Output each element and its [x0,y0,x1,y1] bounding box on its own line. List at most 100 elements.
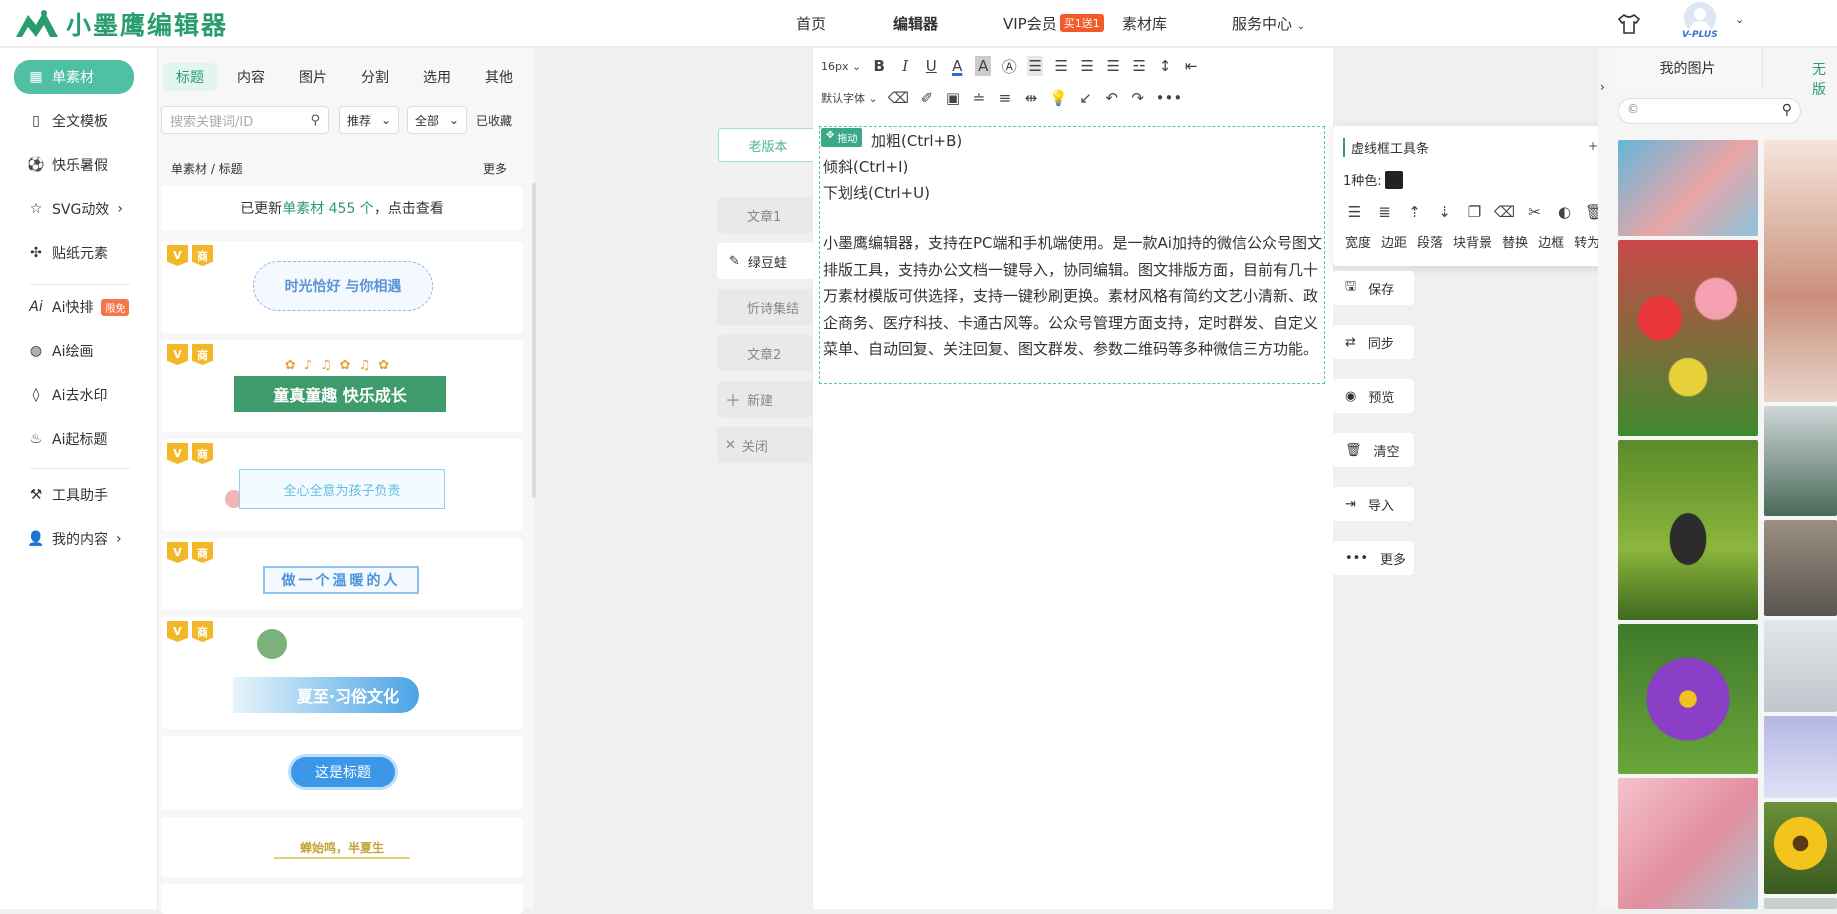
clear-button[interactable]: 🗑 清空 [1333,433,1414,467]
tab-picked[interactable]: 选用 [410,63,464,91]
lightbulb-icon[interactable]: 💡 [1049,88,1068,108]
tab-other[interactable]: 其他 [472,63,526,91]
underline-icon[interactable]: U [923,56,939,76]
exit-icon[interactable]: ⇤ [1183,56,1199,76]
doc-item[interactable]: 忻诗集结 [717,289,813,325]
sidebar-item-single-material[interactable]: ▦ 单素材 [14,60,134,94]
more-icon[interactable]: ••• [1156,88,1183,108]
more-link[interactable]: 更多 [483,160,507,177]
eraser-icon[interactable]: ⌫ [888,88,909,108]
doc-item[interactable]: 文章1 [717,197,813,233]
material-card[interactable]: V商 做一个温暖的人 [161,538,523,610]
chevron-down-icon[interactable]: ⌄ [1735,13,1744,26]
italic-icon[interactable]: I [897,56,913,76]
image-thumbnail[interactable] [1764,898,1837,909]
image-thumbnail[interactable] [1764,620,1837,712]
width-label[interactable]: 宽度 [1345,232,1371,251]
image-thumbnail[interactable] [1618,240,1758,436]
editor-line-underline[interactable]: 下划线(Ctrl+U) [823,182,930,203]
sidebar-item-ai-watermark[interactable]: ◊ Ai去水印 [14,380,134,410]
collected-link[interactable]: 已收藏 [476,112,512,129]
preview-button[interactable]: ◉ 预览 [1333,379,1414,413]
nav-home[interactable]: 首页 [796,13,826,34]
material-card[interactable]: V商 时光恰好 与你相遇 [161,241,523,333]
image-thumbnail[interactable] [1618,440,1758,620]
block-background-label[interactable]: 块背景 [1453,232,1492,251]
tab-free-images[interactable]: 无版 [1812,59,1837,99]
color-picker[interactable]: 1种色: [1343,170,1403,189]
save-button[interactable]: 🖫 保存 [1333,271,1414,305]
scrollbar[interactable] [532,183,536,498]
arrow-icon[interactable]: ↙ [1078,88,1094,108]
nav-editor[interactable]: 编辑器 [893,13,938,34]
font-size-select[interactable]: 16px ⌄ [821,56,861,76]
margin-icon[interactable]: ≣ [1375,202,1394,221]
width-icon[interactable]: ☰ [1345,202,1364,221]
copy-icon[interactable]: ❐ [1465,202,1484,221]
material-card[interactable]: V商 ✿♪♫✿♫✿ 童真童趣 快乐成长 [161,340,523,432]
image-thumbnail[interactable] [1764,520,1837,616]
tab-image[interactable]: 图片 [286,63,340,91]
update-notice[interactable]: 已更新 单素材 455 个，点击查看 [161,186,523,230]
margin-label[interactable]: 边距 [1381,232,1407,251]
new-doc-button[interactable]: ＋ 新建 [717,381,813,417]
material-card[interactable]: V商 全心全意为孩子负责 [161,439,523,531]
sync-button[interactable]: ⇄ 同步 [1333,325,1414,359]
search-input[interactable]: 搜索关键词/ID ⚲ [161,106,329,134]
tshirt-icon[interactable] [1617,13,1641,35]
border-label[interactable]: 边框 [1538,232,1564,251]
more-button[interactable]: ••• 更多 [1333,541,1414,575]
color-swatch[interactable] [1384,170,1403,189]
sort-dropdown[interactable]: 推荐 ⌄ [339,106,399,134]
align-center-icon[interactable]: ☰ [1053,56,1069,76]
eraser-icon[interactable]: ⌫ [1494,202,1515,221]
nav-library[interactable]: 素材库 [1122,13,1167,34]
image-icon[interactable]: ▣ [945,88,961,108]
drag-handle[interactable]: ✥ 拖动 [821,128,863,147]
line-height-icon[interactable]: ↕ [1157,56,1173,76]
material-card[interactable]: V商 夏至·习俗文化 [161,617,523,729]
sidebar-item-ai-draw[interactable]: ◍ Ai绘画 [14,336,134,366]
tab-content[interactable]: 内容 [224,63,278,91]
contrast-icon[interactable]: ◐ [1555,202,1574,221]
image-thumbnail[interactable] [1764,716,1837,798]
font-color-icon[interactable]: A [949,56,965,76]
doc-item[interactable]: 文章2 [717,335,813,371]
image-thumbnail[interactable] [1618,140,1758,236]
sidebar-item-stickers[interactable]: ✣ 贴纸元素 [14,238,134,268]
redo-icon[interactable]: ↷ [1130,88,1146,108]
image-thumbnail[interactable] [1764,802,1837,894]
editor-paragraph[interactable]: 小墨鹰编辑器，支持在PC端和手机端使用。是一款Ai加持的微信公众号图文排版工具，… [823,230,1323,363]
image-search-input[interactable]: © ⚲ [1618,98,1801,124]
nav-service[interactable]: 服务中心 ⌄ [1232,13,1305,34]
editor-canvas[interactable]: 16px ⌄ B I U A A Ⓐ ☰ ☰ ☰ ☰ ☲ ↕ ⇤ 默认字体 ⌄ … [813,48,1333,909]
align-left-icon[interactable]: ☰ [1027,56,1044,76]
material-card[interactable]: 蝉始鸣，半夏生 [161,817,523,877]
undo-icon[interactable]: ↶ [1104,88,1120,108]
format-brush-icon[interactable]: ✐ [919,88,935,108]
indent-icon[interactable]: ☲ [1131,56,1147,76]
paragraph-icon[interactable]: ⇡ [1405,202,1424,221]
paragraph-label[interactable]: 段落 [1417,232,1443,251]
image-thumbnail[interactable] [1764,140,1837,402]
avatar[interactable]: V-PLUS [1678,2,1726,44]
sidebar-item-summer[interactable]: ⚽ 快乐暑假 [14,150,134,180]
line-style-icon[interactable]: ≡ [997,88,1013,108]
editor-line-bold[interactable]: 加粗(Ctrl+B) [871,130,962,151]
editor-line-italic[interactable]: 倾斜(Ctrl+I) [823,156,908,177]
close-doc-button[interactable]: ✕ 关闭 [717,427,813,463]
sidebar-item-svg[interactable]: ☆ SVG动效 › [14,194,134,224]
image-thumbnail[interactable] [1618,624,1758,774]
sidebar-item-tools[interactable]: ⚒ 工具助手 [14,480,134,510]
highlight-icon[interactable]: A [975,56,992,76]
nav-vip[interactable]: VIP会员 买1送1 [1003,13,1104,34]
scope-dropdown[interactable]: 全部 ⌄ [407,106,467,134]
tab-my-images[interactable]: 我的图片 [1613,48,1763,88]
bold-icon[interactable]: B [871,56,887,76]
sidebar-item-templates[interactable]: ▯ 全文模板 [14,106,134,136]
material-card[interactable] [161,884,523,914]
align-justify-icon[interactable]: ☰ [1105,56,1121,76]
doc-item-selected[interactable]: ✎ 绿豆蛙 [717,243,813,279]
text-effect-icon[interactable]: Ⓐ [1001,56,1017,76]
replace-label[interactable]: 替换 [1502,232,1528,251]
